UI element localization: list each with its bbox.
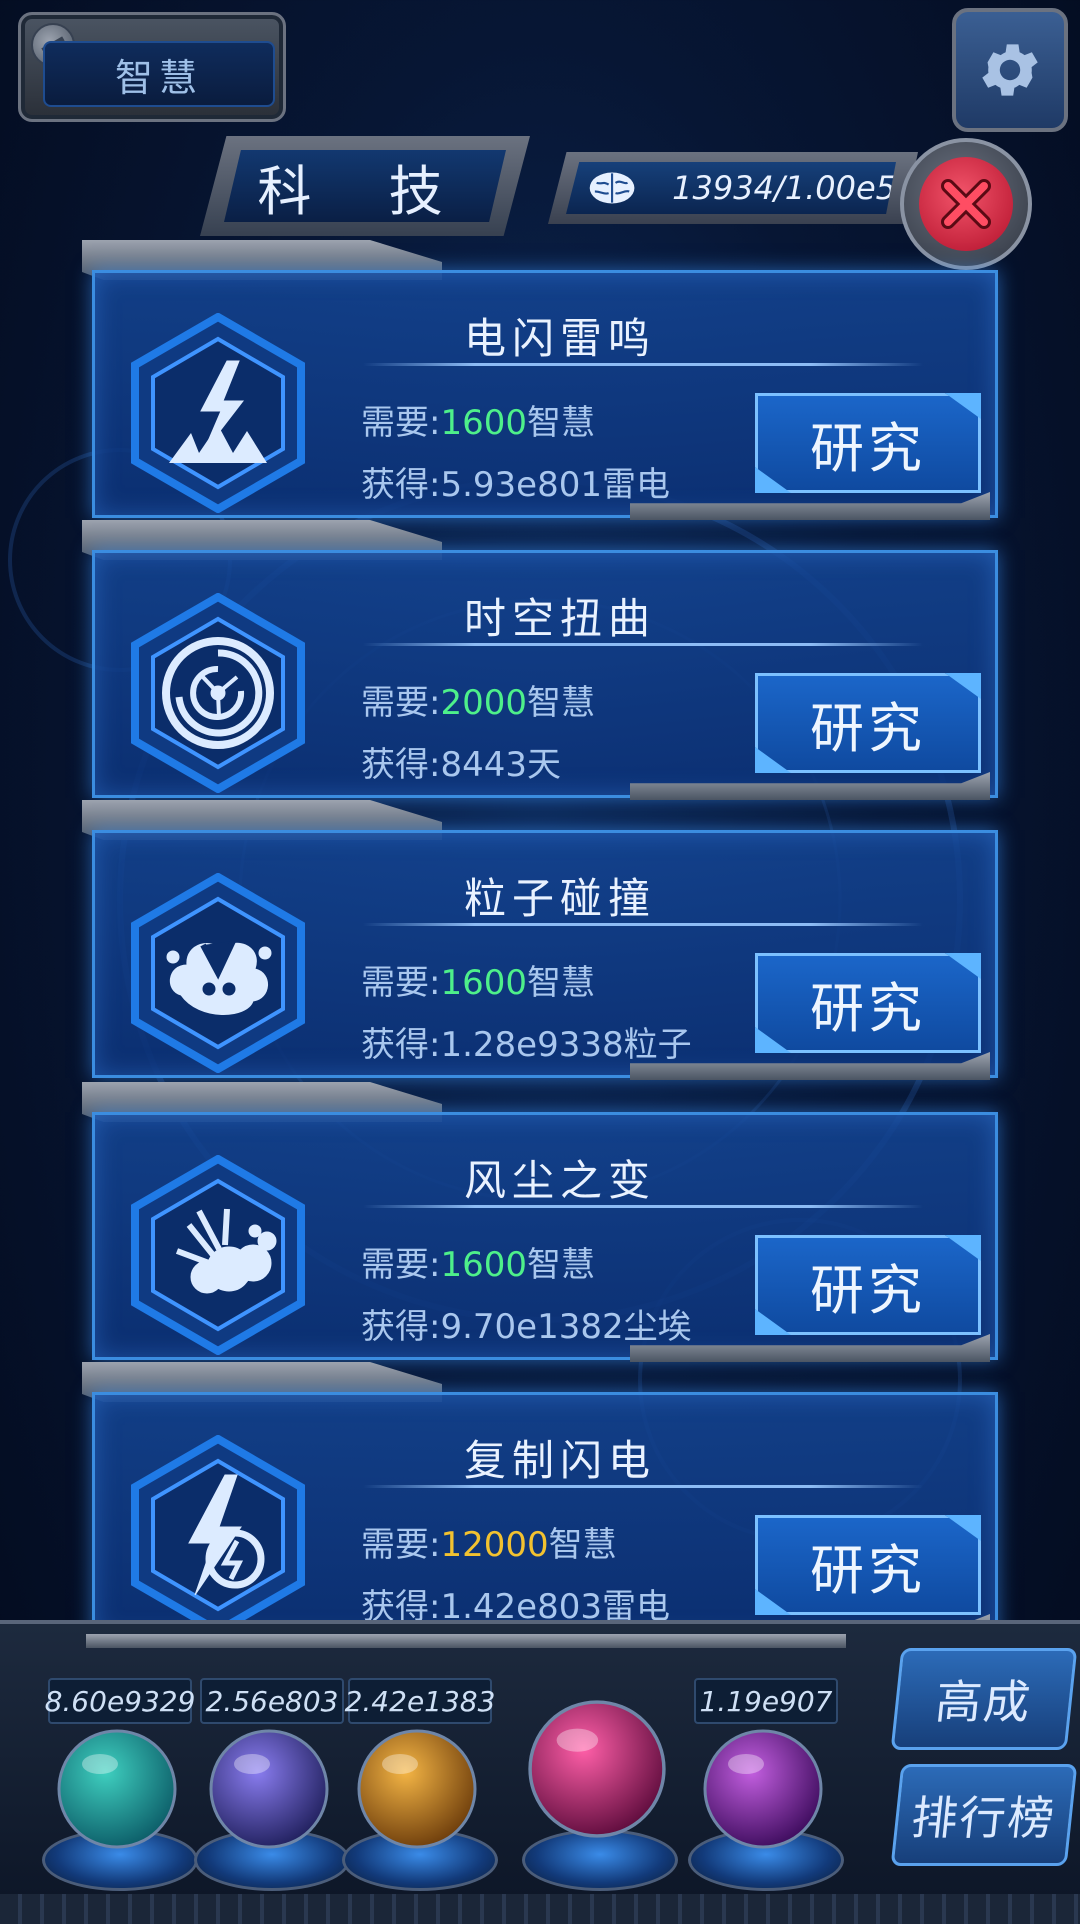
cost-unit: 智慧 (527, 683, 595, 723)
card-title: 时空扭曲 (463, 594, 656, 643)
card-body: 电闪雷鸣 需要:1600智慧 获得:5.93e801雷电 研究 (92, 270, 998, 518)
gain-value: 9.70e1382尘埃 (440, 1307, 692, 1347)
cost-amount: 12000 (440, 1525, 549, 1565)
cost-amount: 2000 (440, 683, 527, 723)
particle-collision-icon (131, 873, 305, 1073)
top-frame: 智慧 (0, 0, 1080, 132)
research-button[interactable]: 研究 (755, 673, 981, 773)
card-title: 复制闪电 (463, 1436, 656, 1485)
research-button[interactable]: 研究 (755, 1515, 981, 1615)
settings-button[interactable] (952, 8, 1068, 132)
resource-counter-2: 2.56e803 (200, 1678, 344, 1724)
card-body: 风尘之变 需要:1600智慧 获得:9.70e1382尘埃 研究 (92, 1112, 998, 1360)
gain-value: 8443天 (440, 745, 561, 785)
gain-label: 获得: (361, 745, 441, 785)
tech-card-3: 粒子碰撞 需要:1600智慧 获得:1.28e9338粒子 研究 (70, 800, 1000, 1082)
requirement-row: 需要:12000智慧 (361, 1517, 617, 1566)
cost-amount: 1600 (440, 1245, 527, 1285)
resource-counter-3: 2.42e1383 (345, 1678, 495, 1724)
close-button-face (919, 157, 1013, 251)
brain-network-orb-icon[interactable] (522, 1694, 672, 1844)
card-divider (363, 1205, 923, 1208)
requirement-label: 需要: (361, 963, 441, 1003)
requirement-row: 需要:1600智慧 (361, 1237, 595, 1286)
gain-label: 获得: (361, 1307, 441, 1347)
lightning-copy-icon (131, 1435, 305, 1635)
card-divider (363, 363, 923, 366)
craft-button[interactable]: 高成 (890, 1648, 1078, 1750)
wisdom-amount: 13934/1.00e5 (672, 169, 896, 207)
vortex-icon (131, 593, 305, 793)
cost-unit: 智慧 (527, 1245, 595, 1285)
research-button-label: 研究 (810, 696, 926, 760)
gain-row: 获得:9.70e1382尘埃 (361, 1299, 692, 1348)
gain-row: 获得:8443天 (361, 737, 561, 786)
gear-icon (982, 44, 1038, 96)
page-title: 科 技 (224, 150, 506, 222)
green-molecule-orb-icon[interactable] (52, 1724, 182, 1854)
dust-explosion-icon (131, 1155, 305, 1355)
tech-card-2: 时空扭曲 需要:2000智慧 获得:8443天 研究 (70, 520, 1000, 802)
gain-value: 5.93e801雷电 (440, 465, 670, 505)
gain-value: 1.28e9338粒子 (440, 1025, 692, 1065)
tech-card-1: 电闪雷鸣 需要:1600智慧 获得:5.93e801雷电 研究 (70, 240, 1000, 522)
leaderboard-button[interactable]: 排行榜 (890, 1764, 1078, 1866)
tech-card-4: 风尘之变 需要:1600智慧 获得:9.70e1382尘埃 研究 (70, 1082, 1000, 1364)
requirement-label: 需要: (361, 1525, 441, 1565)
wisdom-tab[interactable]: 智慧 (18, 12, 286, 122)
lightning-orb-icon[interactable] (204, 1724, 334, 1854)
card-body: 时空扭曲 需要:2000智慧 获得:8443天 研究 (92, 550, 998, 798)
dock-bar (86, 1634, 846, 1648)
lightning-burst-icon (131, 313, 305, 513)
cost-unit: 智慧 (527, 403, 595, 443)
card-title: 电闪雷鸣 (463, 314, 656, 363)
gain-row: 获得:1.28e9338粒子 (361, 1017, 692, 1066)
tech-header: 科 技 13934/1.00e5 (200, 130, 1020, 240)
gain-label: 获得: (361, 1025, 441, 1065)
card-title: 风尘之变 (463, 1156, 656, 1205)
research-button-label: 研究 (810, 416, 926, 480)
wisdom-tab-label: 智慧 (43, 41, 275, 107)
research-button-label: 研究 (810, 1258, 926, 1322)
close-icon (941, 179, 991, 229)
card-body: 复制闪电 需要:12000智慧 获得:1.42e803雷电 研究 (92, 1392, 998, 1640)
gain-row: 获得:5.93e801雷电 (361, 457, 670, 506)
requirement-label: 需要: (361, 1245, 441, 1285)
requirement-row: 需要:2000智慧 (361, 675, 595, 724)
research-button-label: 研究 (810, 976, 926, 1040)
purple-vortex-orb-icon[interactable] (698, 1724, 828, 1854)
tech-card-5: 复制闪电 需要:12000智慧 获得:1.42e803雷电 研究 (70, 1362, 1000, 1644)
research-button-label: 研究 (810, 1538, 926, 1602)
wisdom-resource: 13934/1.00e5 (566, 162, 896, 214)
cost-amount: 1600 (440, 963, 527, 1003)
gain-label: 获得: (361, 465, 441, 505)
brain-icon (589, 172, 635, 204)
card-divider (363, 1485, 923, 1488)
research-button[interactable]: 研究 (755, 1235, 981, 1335)
resource-counter-5: 1.19e907 (694, 1678, 838, 1724)
card-body: 粒子碰撞 需要:1600智慧 获得:1.28e9338粒子 研究 (92, 830, 998, 1078)
requirement-label: 需要: (361, 683, 441, 723)
resource-dock: 8.60e9329 2.56e803 2.42e1383 1.19e907 高成 排行… (0, 1620, 1080, 1924)
cost-unit: 智慧 (527, 963, 595, 1003)
cost-unit: 智慧 (548, 1525, 617, 1565)
research-button[interactable]: 研究 (755, 393, 981, 493)
cost-amount: 1600 (440, 403, 527, 443)
card-divider (363, 923, 923, 926)
card-divider (363, 643, 923, 646)
golden-dust-orb-icon[interactable] (352, 1724, 482, 1854)
wisdom-resource-plate: 13934/1.00e5 (548, 152, 918, 224)
tech-title-plate: 科 技 (200, 136, 530, 236)
resource-counter-1: 8.60e9329 (45, 1678, 195, 1724)
requirement-row: 需要:1600智慧 (361, 395, 595, 444)
requirement-row: 需要:1600智慧 (361, 955, 595, 1004)
card-title: 粒子碰撞 (463, 874, 656, 923)
requirement-label: 需要: (361, 403, 441, 443)
research-button[interactable]: 研究 (755, 953, 981, 1053)
